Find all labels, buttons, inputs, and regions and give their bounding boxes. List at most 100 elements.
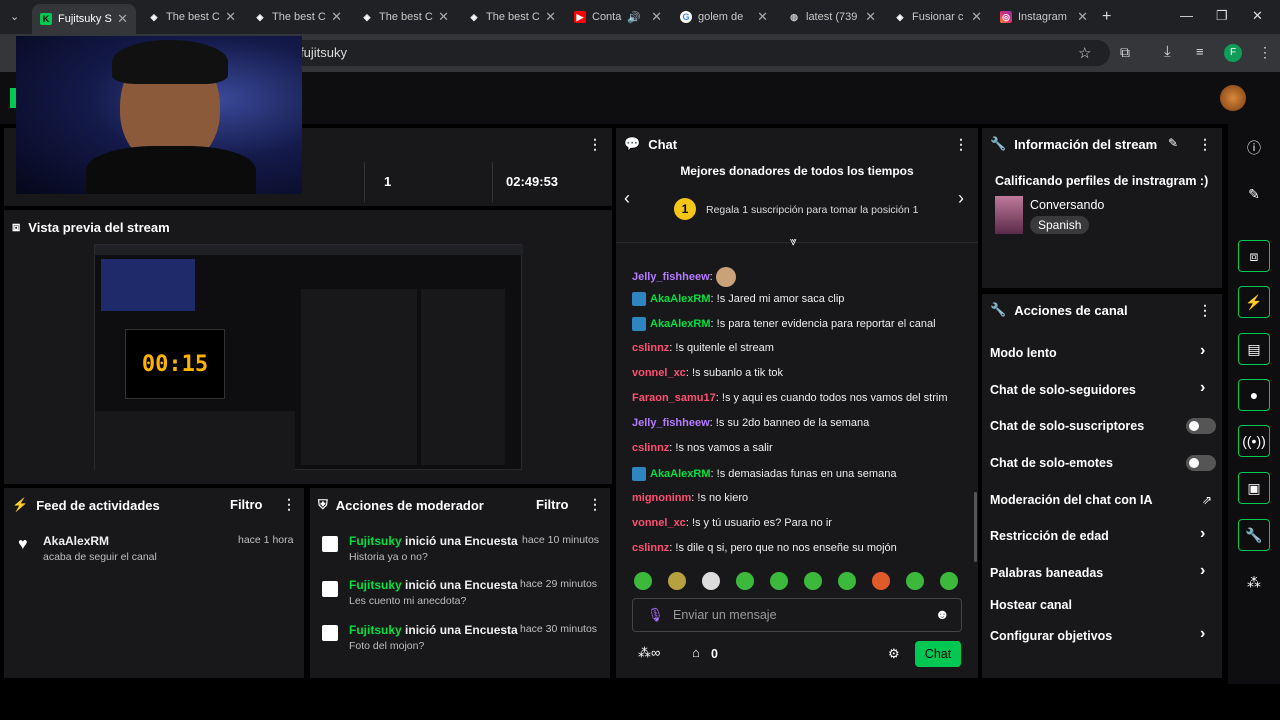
stream-category[interactable]: Conversando (1030, 198, 1104, 212)
emotes-only-toggle[interactable] (1186, 455, 1216, 471)
profile-avatar[interactable]: F (1224, 44, 1242, 62)
emote-icon[interactable] (804, 572, 822, 590)
media-control-icon[interactable]: ≡ (1196, 44, 1204, 59)
close-window-icon[interactable]: ✕ (1252, 8, 1263, 24)
action-ai-moderation[interactable]: Moderación del chat con IA (990, 493, 1153, 507)
mod-filter-button[interactable]: Filtro (536, 497, 569, 512)
emoji-icon[interactable]: ☻ (935, 606, 950, 622)
browser-menu-icon[interactable]: ⋮ (1258, 44, 1272, 61)
activity-user[interactable]: AkaAlexRM (43, 534, 109, 548)
emote-icon[interactable] (940, 572, 958, 590)
chat-username[interactable]: cslinnz (632, 342, 669, 354)
tab-latest[interactable]: ◍ latest (739 ✕ (780, 4, 884, 30)
close-icon[interactable]: ✕ (117, 11, 128, 27)
action-host-channel[interactable]: Hostear canal (990, 598, 1072, 612)
chat-username[interactable]: Faraon_samu17 (632, 392, 716, 404)
tab-youtube[interactable]: ▶ Conta 🔊 ✕ (566, 4, 670, 30)
broadcast-icon[interactable]: ((•)) (1238, 425, 1270, 457)
send-chat-button[interactable]: Chat (915, 641, 961, 667)
tab-search-icon[interactable]: ⌄ (10, 10, 19, 23)
tab-fusionar[interactable]: ◈ Fusionar c ✕ (886, 4, 990, 30)
external-link-icon[interactable]: ⇗ (1202, 493, 1212, 507)
emote-icon[interactable] (838, 572, 856, 590)
chevron-right-icon[interactable]: › (958, 188, 964, 209)
chat-bubble-icon[interactable]: ● (1238, 379, 1270, 411)
chevron-left-icon[interactable]: ‹ (624, 188, 630, 209)
emote-icon[interactable] (634, 572, 652, 590)
close-icon[interactable]: ✕ (757, 9, 768, 25)
category-box-art[interactable] (995, 196, 1023, 234)
url-input[interactable]: fujitsuky (290, 40, 1110, 66)
emote-icon[interactable] (702, 572, 720, 590)
maximize-icon[interactable]: ❐ (1216, 8, 1228, 24)
emote-icon[interactable] (736, 572, 754, 590)
clip-icon[interactable]: ⧈ (1238, 240, 1270, 272)
action-slow-mode[interactable]: Modo lento (990, 346, 1057, 360)
user-avatar[interactable] (1220, 85, 1246, 111)
community-icon[interactable]: ⁂ (1238, 566, 1270, 598)
chat-username[interactable]: Jelly_fishheew (632, 417, 710, 429)
scroll-down-icon[interactable]: ⩔ (790, 234, 797, 249)
edit-icon[interactable]: ✎ (1238, 178, 1270, 210)
emote-icon[interactable] (770, 572, 788, 590)
new-tab-icon[interactable]: + (1102, 8, 1111, 26)
language-tag[interactable]: Spanish (1030, 216, 1090, 234)
action-banned-words[interactable]: Palabras baneadas (990, 566, 1103, 580)
close-icon[interactable]: ✕ (1077, 9, 1088, 25)
lightning-icon[interactable]: ⚡ (1238, 286, 1270, 318)
more-options-icon[interactable]: ⋮ (282, 496, 296, 513)
emote-icon[interactable] (906, 572, 924, 590)
download-icon[interactable]: ⤓ (1164, 43, 1171, 60)
info-icon[interactable]: ⓘ (1238, 132, 1270, 164)
chat-settings-icon[interactable]: ⚙ (888, 646, 900, 662)
chat-input[interactable]: 🎙 Enviar un mensaje ☻ (632, 598, 962, 632)
edit-icon[interactable]: ✎ (1168, 136, 1178, 150)
more-options-icon[interactable]: ⋮ (1198, 136, 1212, 153)
tab-fujitsuky[interactable]: K Fujitsuky S ✕ (32, 4, 136, 34)
tab-google[interactable]: G golem de ✕ (672, 4, 776, 30)
chat-username[interactable]: AkaAlexRM (650, 293, 711, 305)
chat-username[interactable]: AkaAlexRM (650, 318, 711, 330)
mod-user[interactable]: Fujitsuky (349, 623, 402, 637)
mod-user[interactable]: Fujitsuky (349, 578, 402, 592)
chat-username[interactable]: cslinnz (632, 542, 669, 554)
more-options-icon[interactable]: ⋮ (588, 496, 602, 513)
gift-icon[interactable]: ⌂ (692, 645, 700, 660)
close-icon[interactable]: ✕ (545, 9, 556, 25)
more-options-icon[interactable]: ⋮ (588, 136, 602, 153)
community-icon[interactable]: ⁂∞ (638, 645, 660, 661)
chat-username[interactable]: Jelly_fishheew (632, 271, 710, 283)
chat-username[interactable]: vonnel_xc (632, 367, 686, 379)
action-followers-only[interactable]: Chat de solo-seguidores (990, 383, 1136, 397)
close-icon[interactable]: ✕ (971, 9, 982, 25)
activity-filter-button[interactable]: Filtro (230, 497, 263, 512)
chat-username[interactable]: AkaAlexRM (650, 468, 711, 480)
more-options-icon[interactable]: ⋮ (1198, 302, 1212, 319)
close-icon[interactable]: ✕ (865, 9, 876, 25)
bookmark-star-icon[interactable]: ☆ (1078, 44, 1091, 62)
close-icon[interactable]: ✕ (331, 9, 342, 25)
chevron-right-icon[interactable]: › (1200, 625, 1205, 643)
tab-chatgpt-3[interactable]: ◈ The best C ✕ (353, 4, 457, 30)
action-age-restriction[interactable]: Restricción de edad (990, 529, 1109, 543)
chat-username[interactable]: cslinnz (632, 442, 669, 454)
chat-scrollbar[interactable] (974, 492, 977, 562)
chevron-right-icon[interactable]: › (1200, 342, 1205, 360)
microphone-icon[interactable]: 🎙 (647, 607, 664, 623)
chevron-right-icon[interactable]: › (1200, 379, 1205, 397)
tab-chatgpt-4[interactable]: ◈ The best C ✕ (460, 4, 564, 30)
more-options-icon[interactable]: ⋮ (954, 136, 968, 153)
mod-user[interactable]: Fujitsuky (349, 534, 402, 548)
tab-instagram[interactable]: ◎ Instagram ✕ (992, 4, 1096, 30)
extensions-icon[interactable]: ⧉ (1120, 44, 1130, 61)
wrench-icon[interactable]: 🔧 (1238, 519, 1270, 551)
document-icon[interactable]: ▤ (1238, 333, 1270, 365)
close-icon[interactable]: ✕ (225, 9, 236, 25)
subscribers-only-toggle[interactable] (1186, 418, 1216, 434)
stream-preview-video[interactable]: 00:15 (94, 244, 523, 471)
chevron-right-icon[interactable]: › (1200, 562, 1205, 580)
chevron-right-icon[interactable]: › (1200, 525, 1205, 543)
tab-chatgpt-2[interactable]: ◈ The best C ✕ (246, 4, 350, 30)
close-icon[interactable]: ✕ (438, 9, 449, 25)
emote-icon[interactable] (668, 572, 686, 590)
